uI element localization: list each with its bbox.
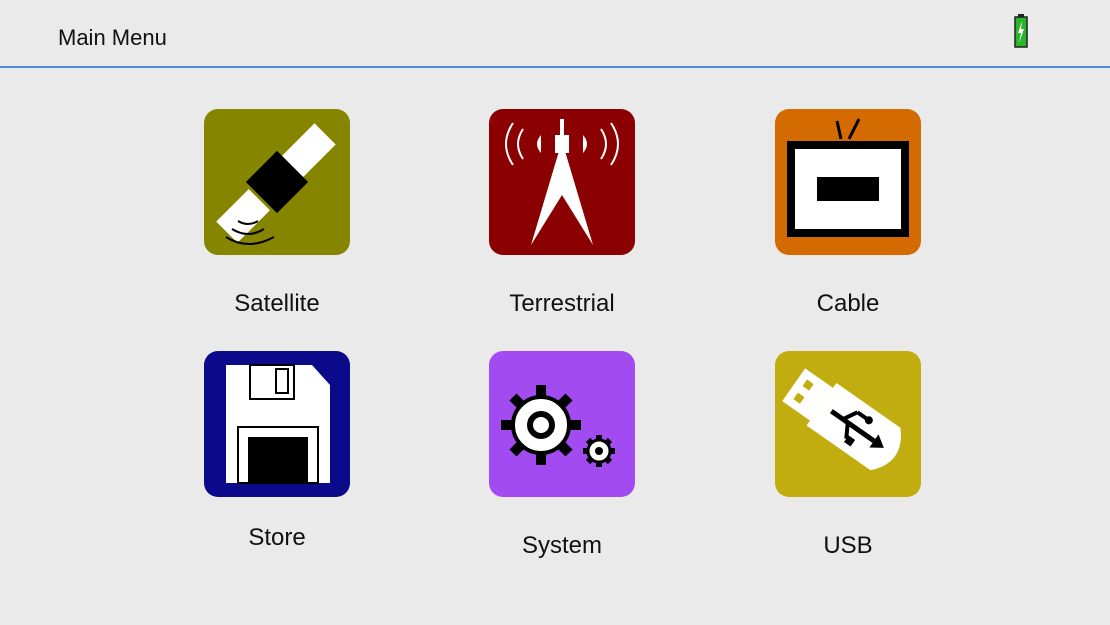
page-title: Main Menu — [58, 25, 167, 50]
tv-icon — [775, 109, 921, 255]
battery-charging-icon — [1014, 14, 1028, 48]
menu-item-label: Satellite — [234, 290, 320, 317]
gears-icon — [489, 351, 635, 497]
menu-item-label: USB — [823, 532, 873, 559]
menu-item-label: Store — [248, 524, 306, 551]
menu-item-label: Cable — [816, 290, 880, 317]
satellite-icon — [204, 109, 350, 255]
header-bar: Main Menu — [0, 0, 1110, 68]
menu-item-label: Terrestrial — [509, 290, 615, 317]
antenna-tower-icon — [489, 109, 635, 255]
floppy-disk-icon — [204, 351, 350, 497]
usb-drive-icon — [775, 351, 921, 497]
menu-item-label: System — [521, 532, 602, 559]
